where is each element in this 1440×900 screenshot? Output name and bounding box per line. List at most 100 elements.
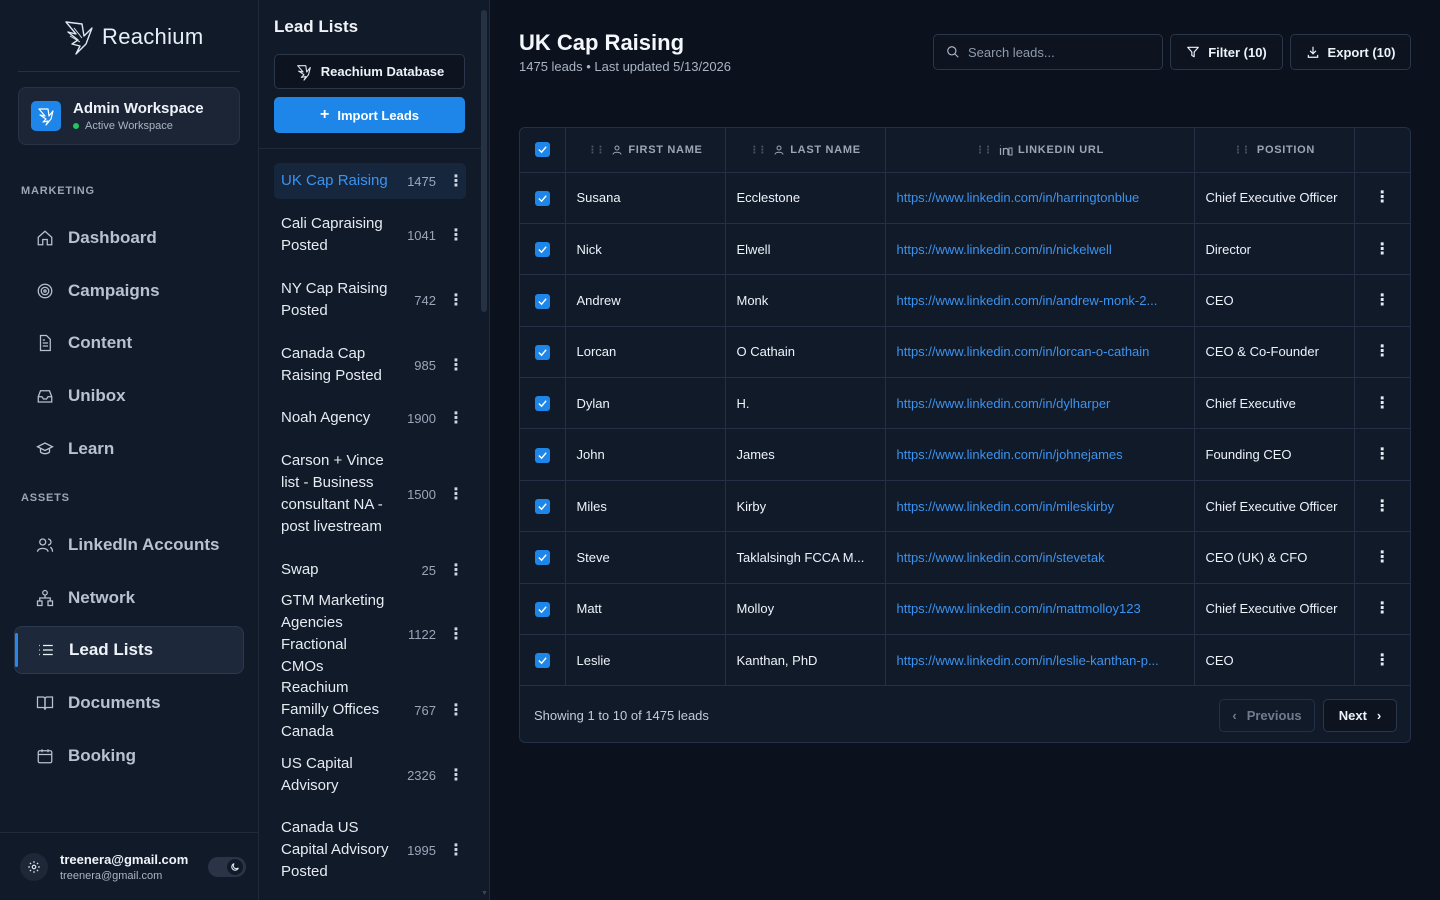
lists-scrollbar[interactable] — [481, 10, 487, 312]
filter-button[interactable]: Filter (10) — [1170, 34, 1283, 70]
column-header-last-name[interactable]: ⋮⋮ LAST NAME — [725, 128, 886, 173]
more-options-icon[interactable]: ⋮ — [448, 765, 464, 785]
download-icon — [1307, 46, 1318, 58]
sidebar-item-documents[interactable]: Documents — [14, 679, 244, 727]
scroll-down-icon[interactable]: ▼ — [481, 890, 489, 897]
table-row[interactable]: Miles Kirby https://www.linkedin.com/in/mi… — [520, 480, 1410, 533]
table-row[interactable]: Nick Elwell https://www.linkedin.com/in/ni… — [520, 223, 1410, 276]
sidebar-item-booking[interactable]: Booking — [14, 732, 244, 780]
more-options-icon[interactable]: ⋮ — [1374, 549, 1390, 565]
sidebar-item-content[interactable]: Content — [14, 319, 244, 367]
select-all-checkbox[interactable] — [534, 142, 550, 158]
more-options-icon[interactable]: ⋮ — [1374, 241, 1390, 257]
lead-list-item[interactable]: Canada Cap Raising Posted 985 ⋮ — [274, 342, 466, 388]
check-icon — [538, 451, 547, 459]
more-options-icon[interactable]: ⋮ — [1374, 395, 1390, 411]
table-row[interactable]: Andrew Monk https://www.linkedin.com/in/an… — [520, 274, 1410, 327]
lead-list-item[interactable]: GTM Marketing Agencies Fractional CMOs 1… — [274, 592, 466, 675]
column-header-position[interactable]: ⋮⋮ POSITION — [1194, 128, 1355, 173]
more-options-icon[interactable]: ⋮ — [1374, 190, 1390, 206]
cell-linkedin-url[interactable]: https://www.linkedin.com/in/stevetak — [885, 531, 1195, 584]
check-icon — [538, 195, 547, 202]
more-options-icon[interactable]: ⋮ — [448, 171, 464, 191]
cell-linkedin-url[interactable]: https://www.linkedin.com/in/mattmolloy12… — [885, 583, 1195, 636]
more-options-icon[interactable]: ⋮ — [448, 624, 464, 644]
more-options-icon[interactable]: ⋮ — [1374, 447, 1390, 463]
lead-list-item[interactable]: Cali Capraising Posted 1041 ⋮ — [274, 212, 466, 258]
row-checkbox[interactable] — [534, 653, 550, 669]
table-row[interactable]: Lorcan O Cathain https://www.linkedin.com/… — [520, 326, 1410, 379]
row-checkbox[interactable] — [534, 344, 550, 360]
lead-list-item[interactable]: NY Cap Raising Posted 742 ⋮ — [274, 277, 466, 323]
more-options-icon[interactable]: ⋮ — [448, 225, 464, 245]
sidebar-item-dashboard[interactable]: Dashboard — [14, 214, 244, 262]
more-options-icon[interactable]: ⋮ — [1374, 652, 1390, 668]
lead-list-item[interactable]: Carson + Vince list - Business consultan… — [274, 450, 466, 538]
cell-linkedin-url[interactable]: https://www.linkedin.com/in/nickelwell — [885, 223, 1195, 276]
cell-linkedin-url[interactable]: https://www.linkedin.com/in/andrew-monk-… — [885, 274, 1195, 327]
settings-button[interactable] — [20, 852, 48, 881]
table-row[interactable]: Steve Taklalsingh FCCA M... https://www.li… — [520, 531, 1410, 584]
import-leads-button[interactable]: + Import Leads — [274, 97, 465, 133]
check-icon — [538, 657, 547, 665]
cell-linkedin-url[interactable]: https://www.linkedin.com/in/dylharper — [885, 377, 1195, 430]
row-checkbox[interactable] — [534, 396, 550, 412]
more-options-icon[interactable]: ⋮ — [1374, 292, 1390, 308]
next-page-button[interactable]: Next › — [1323, 699, 1397, 732]
more-options-icon[interactable]: ⋮ — [448, 484, 464, 504]
cell-linkedin-url[interactable]: https://www.linkedin.com/in/leslie-kanth… — [885, 634, 1195, 687]
row-checkbox[interactable] — [534, 601, 550, 617]
row-checkbox[interactable] — [534, 499, 550, 515]
previous-page-button[interactable]: ‹ Previous — [1219, 699, 1315, 732]
sidebar-item-campaigns[interactable]: Campaigns — [14, 267, 244, 315]
drag-handle-icon[interactable]: ⋮⋮ — [1233, 145, 1251, 156]
cell-linkedin-url[interactable]: https://www.linkedin.com/in/harringtonbl… — [885, 172, 1195, 224]
sidebar-item-network[interactable]: Network — [14, 574, 244, 622]
export-button[interactable]: Export (10) — [1290, 34, 1411, 70]
lead-list-item[interactable]: UK Cap Raising 1475 ⋮ — [274, 163, 466, 199]
row-checkbox[interactable] — [534, 190, 550, 206]
lead-list-item[interactable]: Noah Agency 1900 ⋮ — [274, 406, 466, 430]
sidebar-item-learn[interactable]: Learn — [14, 425, 244, 473]
more-options-icon[interactable]: ⋮ — [1374, 344, 1390, 360]
sidebar-item-linkedin-accounts[interactable]: LinkedIn Accounts — [14, 521, 244, 569]
cell-linkedin-url[interactable]: https://www.linkedin.com/in/lorcan-o-cat… — [885, 326, 1195, 379]
more-options-icon[interactable]: ⋮ — [448, 700, 464, 720]
row-checkbox[interactable] — [534, 447, 550, 463]
more-options-icon[interactable]: ⋮ — [448, 355, 464, 375]
table-row[interactable]: Matt Molloy https://www.linkedin.com/in/ma… — [520, 583, 1410, 636]
column-header-linkedin-url[interactable]: ⋮⋮ LINKEDIN URL — [885, 128, 1195, 173]
more-options-icon[interactable]: ⋮ — [448, 408, 464, 428]
sidebar-item-unibox[interactable]: Unibox — [14, 372, 244, 420]
table-row[interactable]: Leslie Kanthan, PhD https://www.linkedin.c… — [520, 634, 1410, 687]
more-options-icon[interactable]: ⋮ — [448, 560, 464, 580]
sidebar-item-lead-lists[interactable]: Lead Lists — [14, 626, 244, 674]
drag-handle-icon[interactable]: ⋮⋮ — [749, 145, 767, 156]
more-options-icon[interactable]: ⋮ — [1374, 498, 1390, 514]
cell-linkedin-url[interactable]: https://www.linkedin.com/in/johnejames — [885, 428, 1195, 481]
brand[interactable]: Reachium — [62, 16, 203, 58]
cell-linkedin-url[interactable]: https://www.linkedin.com/in/mileskirby — [885, 480, 1195, 533]
more-options-icon[interactable]: ⋮ — [448, 290, 464, 310]
row-checkbox[interactable] — [534, 293, 550, 309]
search-box[interactable] — [933, 34, 1163, 70]
table-row[interactable]: John James https://www.linkedin.com/in/joh… — [520, 428, 1410, 481]
row-checkbox[interactable] — [534, 550, 550, 566]
reachium-database-button[interactable]: Reachium Database — [274, 54, 465, 89]
search-input[interactable] — [968, 44, 1148, 60]
lead-list-item[interactable]: Reachium Familly Offices Canada 767 ⋮ — [274, 679, 466, 740]
lead-list-item[interactable]: Swap 25 ⋮ — [274, 558, 466, 582]
more-options-icon[interactable]: ⋮ — [1374, 601, 1390, 617]
lead-list-count: 1900 — [407, 410, 436, 426]
table-row[interactable]: Dylan H. https://www.linkedin.com/in/dylha… — [520, 377, 1410, 430]
column-header-first-name[interactable]: ⋮⋮ FIRST NAME — [565, 128, 726, 173]
lead-list-item[interactable]: US Capital Advisory 2326 ⋮ — [274, 752, 466, 798]
lead-list-item[interactable]: Canada US Capital Advisory Posted 1995 ⋮ — [274, 817, 466, 883]
more-options-icon[interactable]: ⋮ — [448, 840, 464, 860]
drag-handle-icon[interactable]: ⋮⋮ — [975, 145, 993, 156]
workspace-switcher[interactable]: Admin Workspace Active Workspace — [18, 87, 240, 145]
row-checkbox[interactable] — [534, 242, 550, 258]
table-row[interactable]: Susana Ecclestone https://www.linkedin.com… — [520, 172, 1410, 224]
drag-handle-icon[interactable]: ⋮⋮ — [587, 145, 605, 156]
theme-toggle[interactable] — [208, 857, 246, 877]
